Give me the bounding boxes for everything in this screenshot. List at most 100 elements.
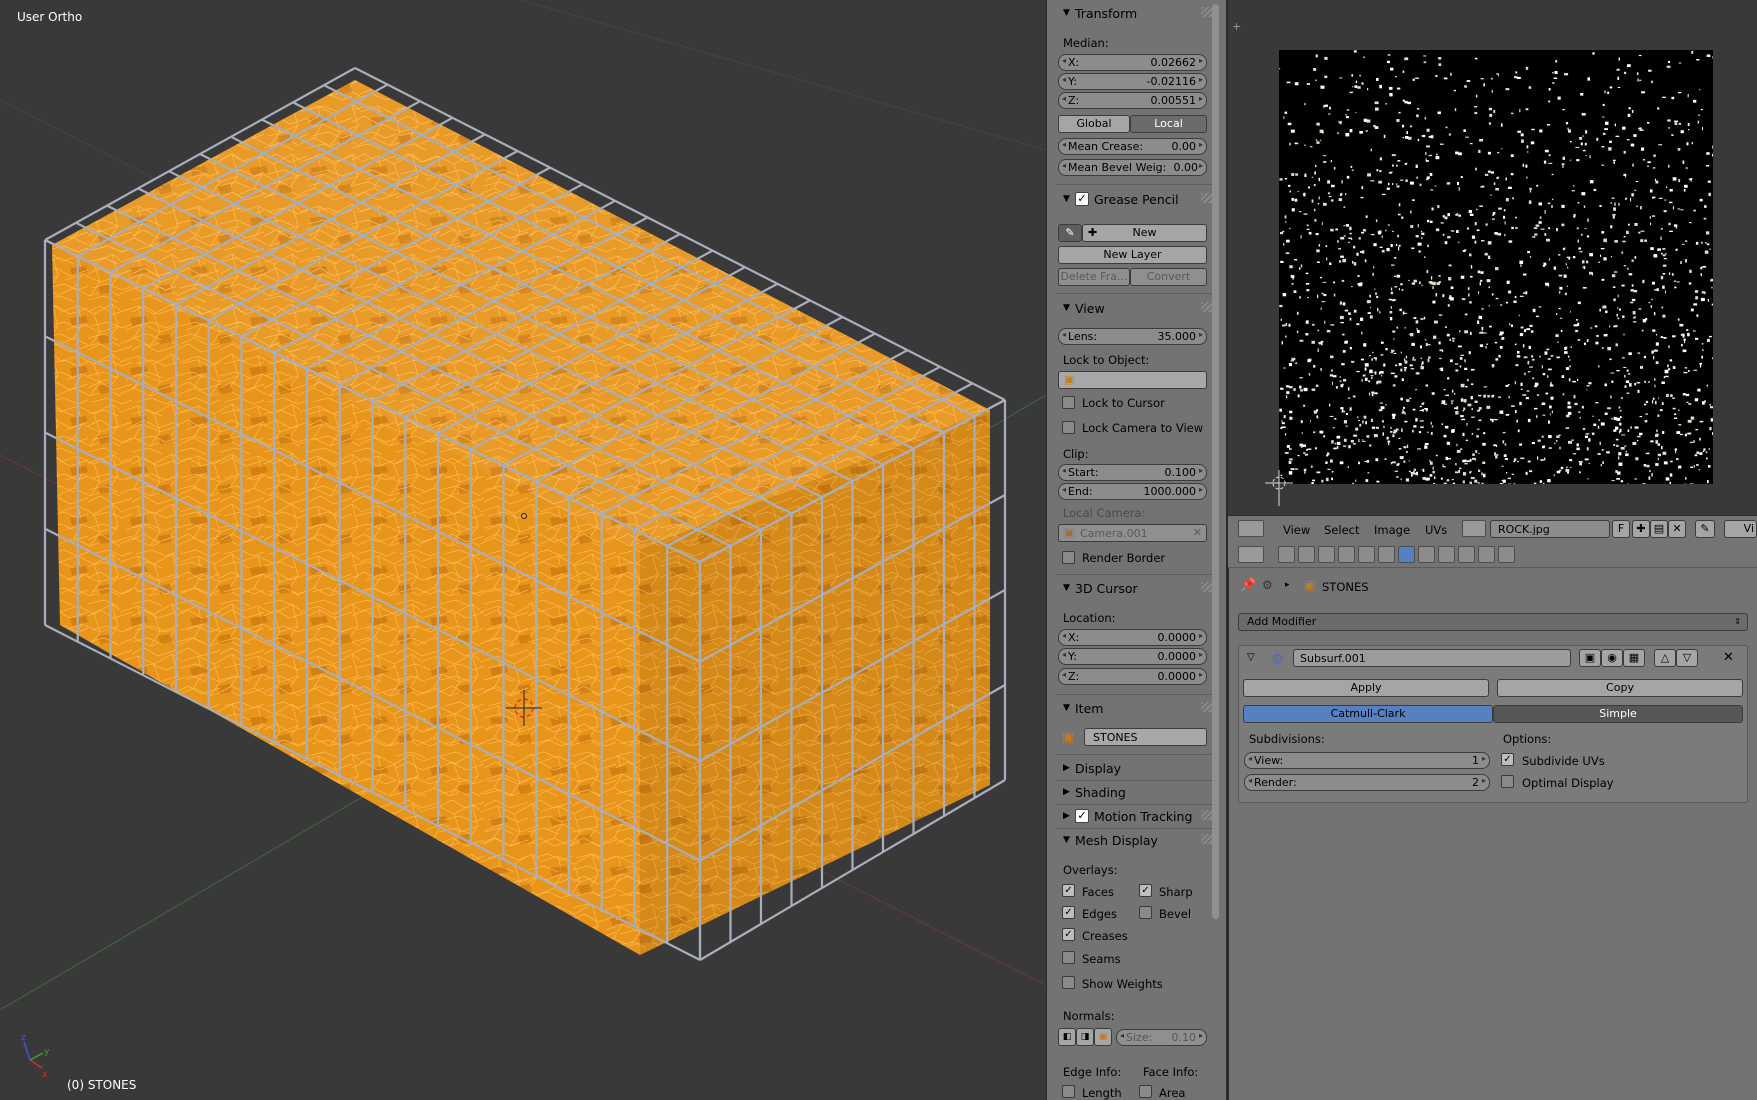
- collapse-triangle-icon[interactable]: ▽: [1247, 652, 1255, 663]
- pin-icon[interactable]: 📌: [1240, 578, 1256, 593]
- options-label: Options:: [1503, 732, 1552, 746]
- 3d-viewport[interactable]: z y x User Ortho (0) STONES: [0, 0, 1046, 1100]
- scene-tab-icon[interactable]: [1318, 546, 1335, 563]
- editor-type-icon[interactable]: [1238, 546, 1264, 563]
- cursor-z-field[interactable]: ◂ Z: 0.0000 ▸: [1058, 668, 1207, 685]
- seams-checkbox[interactable]: [1062, 951, 1075, 964]
- panel-view-header[interactable]: ▼ View: [1047, 297, 1221, 319]
- data-tab-icon[interactable]: [1418, 546, 1435, 563]
- mean-bevel-field[interactable]: ◂ Mean Bevel Weig: 0.00 ▸: [1058, 159, 1207, 176]
- fake-user-button[interactable]: F: [1612, 520, 1630, 538]
- menu-uvs[interactable]: UVs: [1425, 523, 1447, 537]
- local-button[interactable]: Local: [1130, 115, 1207, 133]
- edges-checkbox[interactable]: ✓: [1062, 906, 1075, 919]
- panel-motion-tracking-header[interactable]: ▶ ✓ Motion Tracking: [1047, 805, 1221, 827]
- face-normals-icon[interactable]: ▣: [1094, 1028, 1112, 1046]
- new-image-icon[interactable]: ✚: [1632, 520, 1650, 538]
- material-tab-icon[interactable]: [1438, 546, 1455, 563]
- move-down-icon[interactable]: ▽: [1676, 649, 1698, 667]
- cursor-x-field[interactable]: ◂ X: 0.0000 ▸: [1058, 629, 1207, 646]
- panel-display-header[interactable]: ▶ Display: [1047, 757, 1221, 779]
- constraints-tab-icon[interactable]: [1378, 546, 1395, 563]
- panel-3d-cursor-header[interactable]: ▼ 3D Cursor: [1047, 577, 1221, 599]
- move-up-icon[interactable]: △: [1654, 649, 1676, 667]
- show-weights-checkbox[interactable]: [1062, 976, 1075, 989]
- lens-field[interactable]: ◂ Lens: 35.000 ▸: [1058, 328, 1207, 345]
- global-button[interactable]: Global: [1058, 115, 1130, 133]
- modifier-name-field[interactable]: Subsurf.001: [1293, 649, 1571, 667]
- lock-object-field[interactable]: ▣: [1058, 371, 1207, 389]
- subdiv-view-field[interactable]: ◂ View: 1 ▸: [1244, 752, 1490, 769]
- panel-grease-pencil-header[interactable]: ▼ ✓ Grease Pencil: [1047, 188, 1221, 210]
- image-browse-icon[interactable]: [1462, 520, 1486, 537]
- faces-checkbox[interactable]: ✓: [1062, 884, 1075, 897]
- render-tab-icon[interactable]: [1278, 546, 1295, 563]
- modifiers-tab-icon[interactable]: [1398, 546, 1415, 563]
- catmull-clark-button[interactable]: Catmull-Clark: [1243, 705, 1493, 723]
- normals-size-field[interactable]: ◂ Size: 0.10 ▸: [1116, 1029, 1207, 1046]
- clip-start-field[interactable]: ◂ Start: 0.100 ▸: [1058, 464, 1207, 481]
- simple-button[interactable]: Simple: [1493, 705, 1743, 723]
- motion-tracking-checkbox[interactable]: ✓: [1075, 809, 1089, 823]
- sharp-checkbox[interactable]: ✓: [1139, 884, 1152, 897]
- open-image-icon[interactable]: ▤: [1650, 520, 1668, 538]
- local-camera-field[interactable]: ▣ Camera.001 ✕: [1058, 524, 1207, 542]
- menu-select[interactable]: Select: [1324, 523, 1359, 537]
- median-z-field[interactable]: ◂ Z: 0.00551 ▸: [1058, 92, 1207, 109]
- editmode-toggle-icon[interactable]: ▦: [1623, 649, 1645, 667]
- panel-transform-header[interactable]: ▼ Transform: [1047, 2, 1221, 24]
- particles-tab-icon[interactable]: [1478, 546, 1495, 563]
- render-toggle-icon[interactable]: ▣: [1579, 649, 1601, 667]
- render-layers-tab-icon[interactable]: [1298, 546, 1315, 563]
- physics-tab-icon[interactable]: [1498, 546, 1515, 563]
- grease-pencil-checkbox[interactable]: ✓: [1075, 192, 1089, 206]
- pin-icon[interactable]: ✎: [1695, 520, 1715, 538]
- editor-type-icon[interactable]: [1238, 520, 1264, 537]
- panel-item-header[interactable]: ▼ Item: [1047, 697, 1221, 719]
- clip-end-field[interactable]: ◂ End: 1000.000 ▸: [1058, 483, 1207, 500]
- convert-button[interactable]: Convert: [1130, 268, 1207, 286]
- length-checkbox[interactable]: [1062, 1085, 1075, 1098]
- world-tab-icon[interactable]: [1338, 546, 1355, 563]
- copy-button[interactable]: Copy: [1497, 679, 1743, 697]
- lock-to-cursor-checkbox[interactable]: [1062, 396, 1075, 409]
- lock-camera-checkbox[interactable]: [1062, 421, 1075, 434]
- panel-mesh-display-header[interactable]: ▼ Mesh Display: [1047, 829, 1221, 851]
- edge-info-label: Edge Info:: [1063, 1065, 1122, 1079]
- menu-view[interactable]: View: [1283, 523, 1310, 537]
- image-name-field[interactable]: ROCK.jpg: [1490, 520, 1610, 538]
- subdiv-render-field[interactable]: ◂ Render: 2 ▸: [1244, 774, 1490, 791]
- pencil-icon[interactable]: ✎: [1058, 224, 1082, 242]
- split-normals-icon[interactable]: ◨: [1076, 1028, 1094, 1046]
- panel-shading-header[interactable]: ▶ Shading: [1047, 781, 1221, 803]
- add-modifier-dropdown[interactable]: Add Modifier ⇕: [1238, 613, 1748, 631]
- optimal-display-checkbox[interactable]: [1501, 775, 1514, 788]
- plus-icon[interactable]: +: [1232, 20, 1241, 33]
- subdivisions-label: Subdivisions:: [1249, 732, 1325, 746]
- median-y-field[interactable]: ◂ Y: -0.02116 ▸: [1058, 73, 1207, 90]
- right-tab[interactable]: Vi: [1724, 520, 1757, 538]
- item-name-field[interactable]: STONES: [1084, 728, 1207, 746]
- viewport-toggle-icon[interactable]: ◉: [1601, 649, 1623, 667]
- object-cube-icon: ▣: [1304, 578, 1316, 592]
- new-layer-button[interactable]: New Layer: [1058, 246, 1207, 264]
- new-grease-button[interactable]: ✚ New: [1082, 224, 1207, 242]
- median-x-field[interactable]: ◂ X: 0.02662 ▸: [1058, 54, 1207, 71]
- mean-crease-field[interactable]: ◂ Mean Crease: 0.00 ▸: [1058, 138, 1207, 155]
- apply-button[interactable]: Apply: [1243, 679, 1489, 697]
- menu-image[interactable]: Image: [1374, 523, 1410, 537]
- sidebar-scrollbar[interactable]: [1212, 4, 1219, 919]
- area-checkbox[interactable]: [1139, 1085, 1152, 1098]
- render-border-checkbox[interactable]: [1062, 551, 1075, 564]
- creases-checkbox[interactable]: ✓: [1062, 928, 1075, 941]
- delete-frame-button[interactable]: Delete Fra...: [1058, 268, 1130, 286]
- object-tab-icon[interactable]: [1358, 546, 1375, 563]
- vertex-normals-icon[interactable]: ◧: [1058, 1028, 1076, 1046]
- texture-tab-icon[interactable]: [1458, 546, 1475, 563]
- clear-icon: ✕: [1192, 526, 1202, 539]
- bevel-checkbox[interactable]: [1139, 906, 1152, 919]
- unlink-image-icon[interactable]: ✕: [1668, 520, 1686, 538]
- remove-modifier-icon[interactable]: ✕: [1723, 650, 1734, 665]
- subdivide-uvs-checkbox[interactable]: ✓: [1501, 753, 1514, 766]
- cursor-y-field[interactable]: ◂ Y: 0.0000 ▸: [1058, 648, 1207, 665]
